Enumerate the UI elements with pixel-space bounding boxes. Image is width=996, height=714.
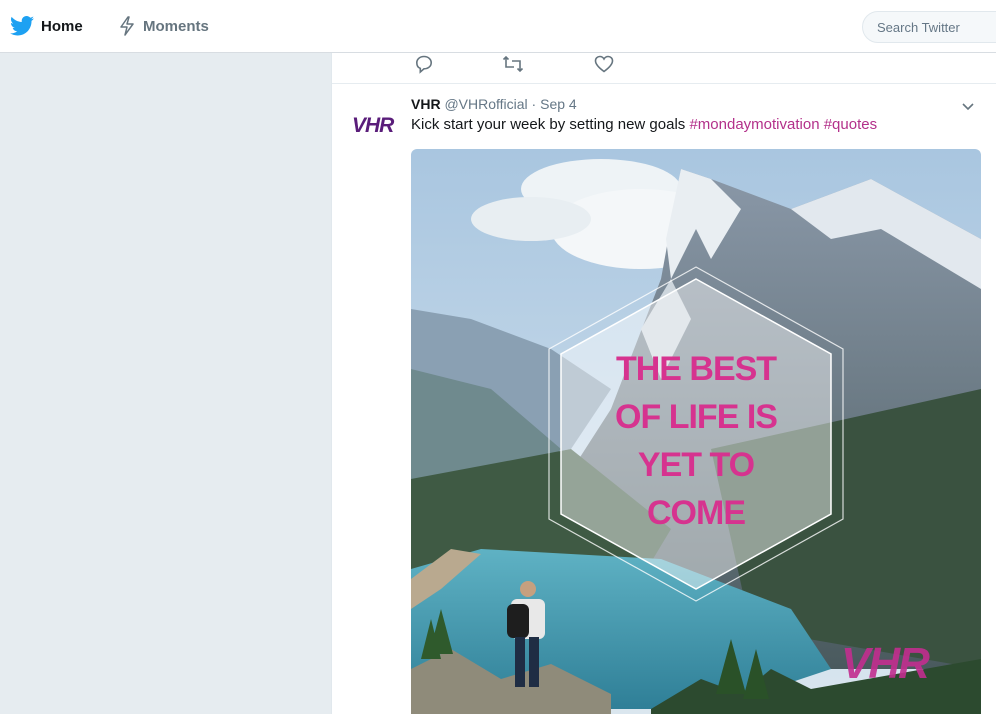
- tweet-text-body: Kick start your week by setting new goal…: [411, 116, 690, 133]
- chevron-down-icon: [962, 103, 974, 111]
- quote-line: OF LIFE IS: [615, 398, 778, 436]
- retweet-icon: [502, 55, 524, 73]
- tweet-separator: ·: [527, 96, 541, 112]
- hashtag-link[interactable]: #mondaymotivation: [689, 116, 819, 133]
- top-nav-bar: Home Moments: [0, 0, 996, 53]
- vhr-watermark-logo: VHR: [841, 639, 930, 688]
- retweet-button[interactable]: [502, 53, 524, 75]
- like-button[interactable]: [594, 53, 614, 75]
- tweet-header: VHR @VHRofficial · Sep 4: [411, 96, 577, 112]
- search-input[interactable]: [877, 19, 996, 35]
- nav-home[interactable]: Home: [10, 0, 83, 52]
- reply-button[interactable]: [414, 53, 434, 75]
- nav-moments-label: Moments: [143, 17, 209, 35]
- avatar[interactable]: VHR: [352, 115, 394, 137]
- tweet-media-image[interactable]: THE BEST OF LIFE IS YET TO COME VHR: [411, 149, 981, 714]
- tweet-date[interactable]: Sep 4: [540, 96, 577, 112]
- tweet-text: Kick start your week by setting new goal…: [411, 116, 877, 133]
- reply-icon: [415, 55, 433, 74]
- search-box[interactable]: [862, 11, 996, 43]
- lightning-icon: [120, 16, 134, 36]
- nav-home-label: Home: [41, 17, 83, 35]
- timeline: VHR VHR @VHRofficial · Sep 4 Kick start …: [331, 53, 996, 714]
- quote-line: THE BEST: [615, 350, 777, 388]
- tweet-author-name[interactable]: VHR: [411, 96, 441, 112]
- previous-tweet-actions: [332, 53, 996, 84]
- quote-overlay: THE BEST OF LIFE IS YET TO COME: [561, 279, 831, 589]
- quote-line: YET TO: [637, 446, 755, 484]
- heart-icon: [594, 55, 614, 73]
- tweet-options-button[interactable]: [960, 98, 976, 114]
- tweet-author-handle[interactable]: @VHRofficial: [444, 96, 527, 112]
- nav-moments[interactable]: Moments: [118, 0, 209, 52]
- hashtag-link[interactable]: #quotes: [824, 116, 877, 133]
- twitter-bird-icon: [10, 16, 34, 36]
- quote-line: COME: [647, 494, 746, 532]
- tweet[interactable]: VHR VHR @VHRofficial · Sep 4 Kick start …: [332, 84, 996, 714]
